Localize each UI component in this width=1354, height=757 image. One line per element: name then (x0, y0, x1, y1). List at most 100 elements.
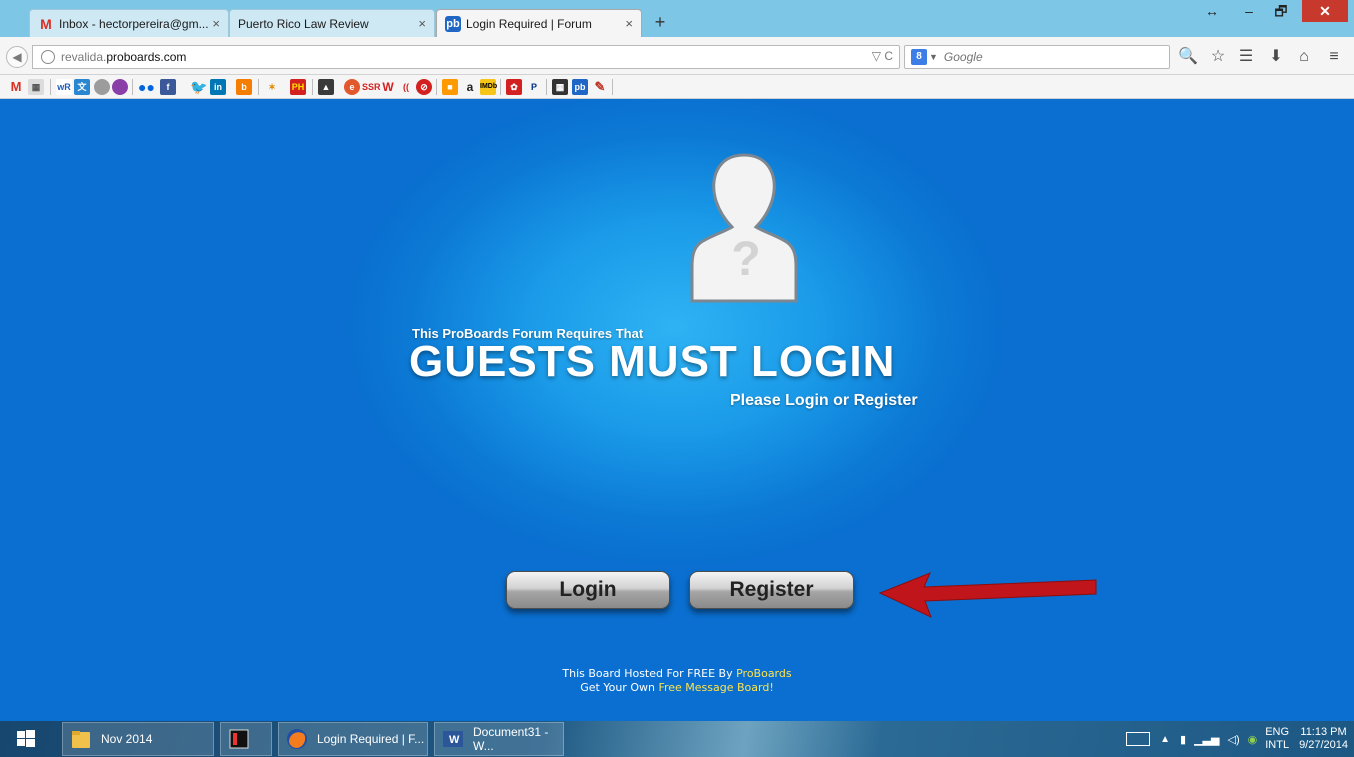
imdb-bookmark-icon[interactable]: IMDb (480, 79, 497, 95)
tab-title: Puerto Rico Law Review (238, 16, 369, 31)
flickr-bookmark-icon[interactable]: ●● (138, 79, 155, 95)
navigation-bar: ◀ revalida. proboards.com ▽ C 8 ▼ 🔍 ☆ ☰ … (0, 37, 1354, 75)
ssrn-bookmark-icon[interactable]: SSR (362, 79, 381, 95)
clock-date: 9/27/2014 (1299, 739, 1348, 751)
windows-logo-icon (17, 730, 35, 747)
taskbar-label: Document31 - W... (473, 725, 549, 753)
proboards-link[interactable]: ProBoards (736, 667, 792, 680)
taskbar-item-nov-2014[interactable]: Nov 2014 (62, 722, 214, 756)
proboards-bookmark-icon[interactable]: pb (572, 79, 588, 95)
bookmark-icon[interactable]: ✿ (506, 79, 522, 95)
paypal-bookmark-icon[interactable]: P (526, 79, 542, 95)
google-plus-icon[interactable]: 8 (911, 49, 927, 65)
tab-puerto-rico-law-review[interactable]: Puerto Rico Law Review × (229, 9, 435, 37)
reading-list-icon[interactable]: ☰ (1236, 47, 1256, 67)
svg-text:W: W (449, 734, 460, 746)
calculator-bookmark-icon[interactable]: ▦ (552, 79, 568, 95)
guest-avatar-icon: ? (690, 153, 798, 303)
taskbar-label: Login Required | F... (317, 732, 425, 746)
restore-button[interactable]: 🗗 (1266, 0, 1296, 22)
globe-icon (41, 50, 55, 64)
bookmark-icon[interactable]: ■ (442, 79, 458, 95)
download-icon[interactable]: ⬇ (1266, 47, 1286, 67)
taskbar-item-media[interactable] (220, 722, 272, 756)
tab-title: Inbox - hectorpereira@gm... (59, 16, 209, 31)
bookmark-icon[interactable]: (( (398, 79, 414, 95)
tab-close-icon[interactable]: × (212, 16, 220, 31)
resize-icon[interactable]: ↔ (1197, 0, 1227, 22)
back-button[interactable]: ◀ (6, 46, 28, 68)
system-tray: ▲ ▮ ▁▃▅ ◁) ◉ ENG INTL 11:13 PM 9/27/2014 (1126, 721, 1348, 757)
hosting-notice: This Board Hosted For FREE By ProBoards … (0, 667, 1354, 695)
clock-time: 11:13 PM (1300, 726, 1347, 738)
folder-icon (72, 731, 90, 748)
hosting-line-1: This Board Hosted For FREE By ProBoards (0, 667, 1354, 681)
menu-icon[interactable]: ≡ (1324, 47, 1344, 67)
heading-subtitle: Please Login or Register (730, 392, 918, 409)
firefox-icon (287, 729, 307, 749)
system-clock[interactable]: 11:13 PM 9/27/2014 (1299, 726, 1348, 752)
bookmark-icon[interactable] (94, 79, 110, 95)
taskbar-label: Nov 2014 (101, 732, 153, 746)
register-button[interactable]: Register (689, 571, 854, 609)
taskbar-item-firefox[interactable]: Login Required | F... (278, 722, 428, 756)
login-button[interactable]: Login (506, 571, 670, 609)
bookmark-separator (312, 79, 313, 95)
new-tab-button[interactable]: + (650, 12, 670, 32)
linkedin-bookmark-icon[interactable]: in (210, 79, 226, 95)
wordreference-bookmark-icon[interactable]: wR (56, 79, 72, 95)
hosted-by-text: This Board Hosted For FREE By (562, 667, 737, 680)
red-arrow-icon (878, 572, 1097, 618)
tab-login-required[interactable]: pb Login Required | Forum × (436, 9, 642, 37)
taskbar-item-word[interactable]: W Document31 - W... (434, 722, 564, 756)
tab-title: Login Required | Forum (466, 16, 592, 31)
chevron-down-icon[interactable]: ▼ (929, 52, 938, 62)
ph-bookmark-icon[interactable]: PH (290, 79, 306, 95)
calendar-bookmark-icon[interactable]: ▦ (28, 79, 44, 95)
bookmark-icon[interactable]: e (344, 79, 360, 95)
show-hidden-icons-icon[interactable]: ▲ (1160, 734, 1170, 745)
search-icon[interactable]: 🔍 (1178, 47, 1198, 67)
bookmark-star-icon[interactable]: ☆ (1208, 47, 1228, 67)
network-icon[interactable]: ◉ (1248, 733, 1258, 746)
search-input[interactable] (943, 50, 1164, 64)
reload-icon[interactable]: ▽ C (872, 49, 893, 63)
minimize-button[interactable]: – (1234, 0, 1264, 22)
tab-gmail-inbox[interactable]: M Inbox - hectorpereira@gm... × (29, 9, 229, 37)
free-message-board-link[interactable]: Free Message Board! (658, 681, 773, 694)
volume-icon[interactable]: ◁) (1227, 733, 1239, 746)
question-mark-icon: ? (731, 233, 760, 286)
twitter-bookmark-icon[interactable]: 🐦 (190, 79, 207, 95)
bookmark-icon[interactable]: ✶ (264, 79, 280, 95)
tab-close-icon[interactable]: × (625, 16, 633, 31)
keyboard-icon[interactable] (1126, 732, 1151, 746)
westlaw-bookmark-icon[interactable]: W (380, 79, 396, 95)
address-bar[interactable]: revalida. proboards.com ▽ C (32, 45, 900, 69)
language-indicator[interactable]: ENG INTL (1265, 726, 1289, 752)
bookmarks-toolbar: M ▦ wR 文 ●● f 🐦 in b ✶ PH ▲ e SSR W (( ⊘… (0, 75, 1354, 99)
windows-taskbar: Nov 2014 Login Required | F... W Documen… (0, 721, 1354, 757)
start-button[interactable] (8, 722, 54, 756)
tab-close-icon[interactable]: × (418, 16, 426, 31)
facebook-bookmark-icon[interactable]: f (160, 79, 176, 95)
bookmark-icon[interactable] (112, 79, 128, 95)
word-icon: W (443, 731, 463, 747)
bookmark-separator (436, 79, 437, 95)
url-subdomain: revalida. (61, 50, 107, 64)
search-bar[interactable]: 8 ▼ (904, 45, 1170, 69)
bookmark-icon[interactable]: ✎ (592, 79, 608, 95)
page-title: GUESTS MUST LOGIN (409, 337, 896, 386)
browser-tab-strip: M Inbox - hectorpereira@gm... × Puerto R… (0, 0, 1354, 37)
home-icon[interactable]: ⌂ (1294, 47, 1314, 67)
translate-bookmark-icon[interactable]: 文 (74, 79, 90, 95)
video-editor-icon (229, 729, 249, 749)
signal-icon[interactable]: ▁▃▅ (1194, 733, 1219, 746)
bookmark-icon[interactable]: ⊘ (416, 79, 432, 95)
amazon-bookmark-icon[interactable]: a (462, 79, 478, 95)
bookmark-separator (546, 79, 547, 95)
bookmark-icon[interactable]: ▲ (318, 79, 334, 95)
gmail-bookmark-icon[interactable]: M (8, 79, 24, 95)
close-window-button[interactable]: ✕ (1302, 0, 1348, 22)
blogger-bookmark-icon[interactable]: b (236, 79, 252, 95)
power-icon[interactable]: ▮ (1180, 733, 1186, 746)
